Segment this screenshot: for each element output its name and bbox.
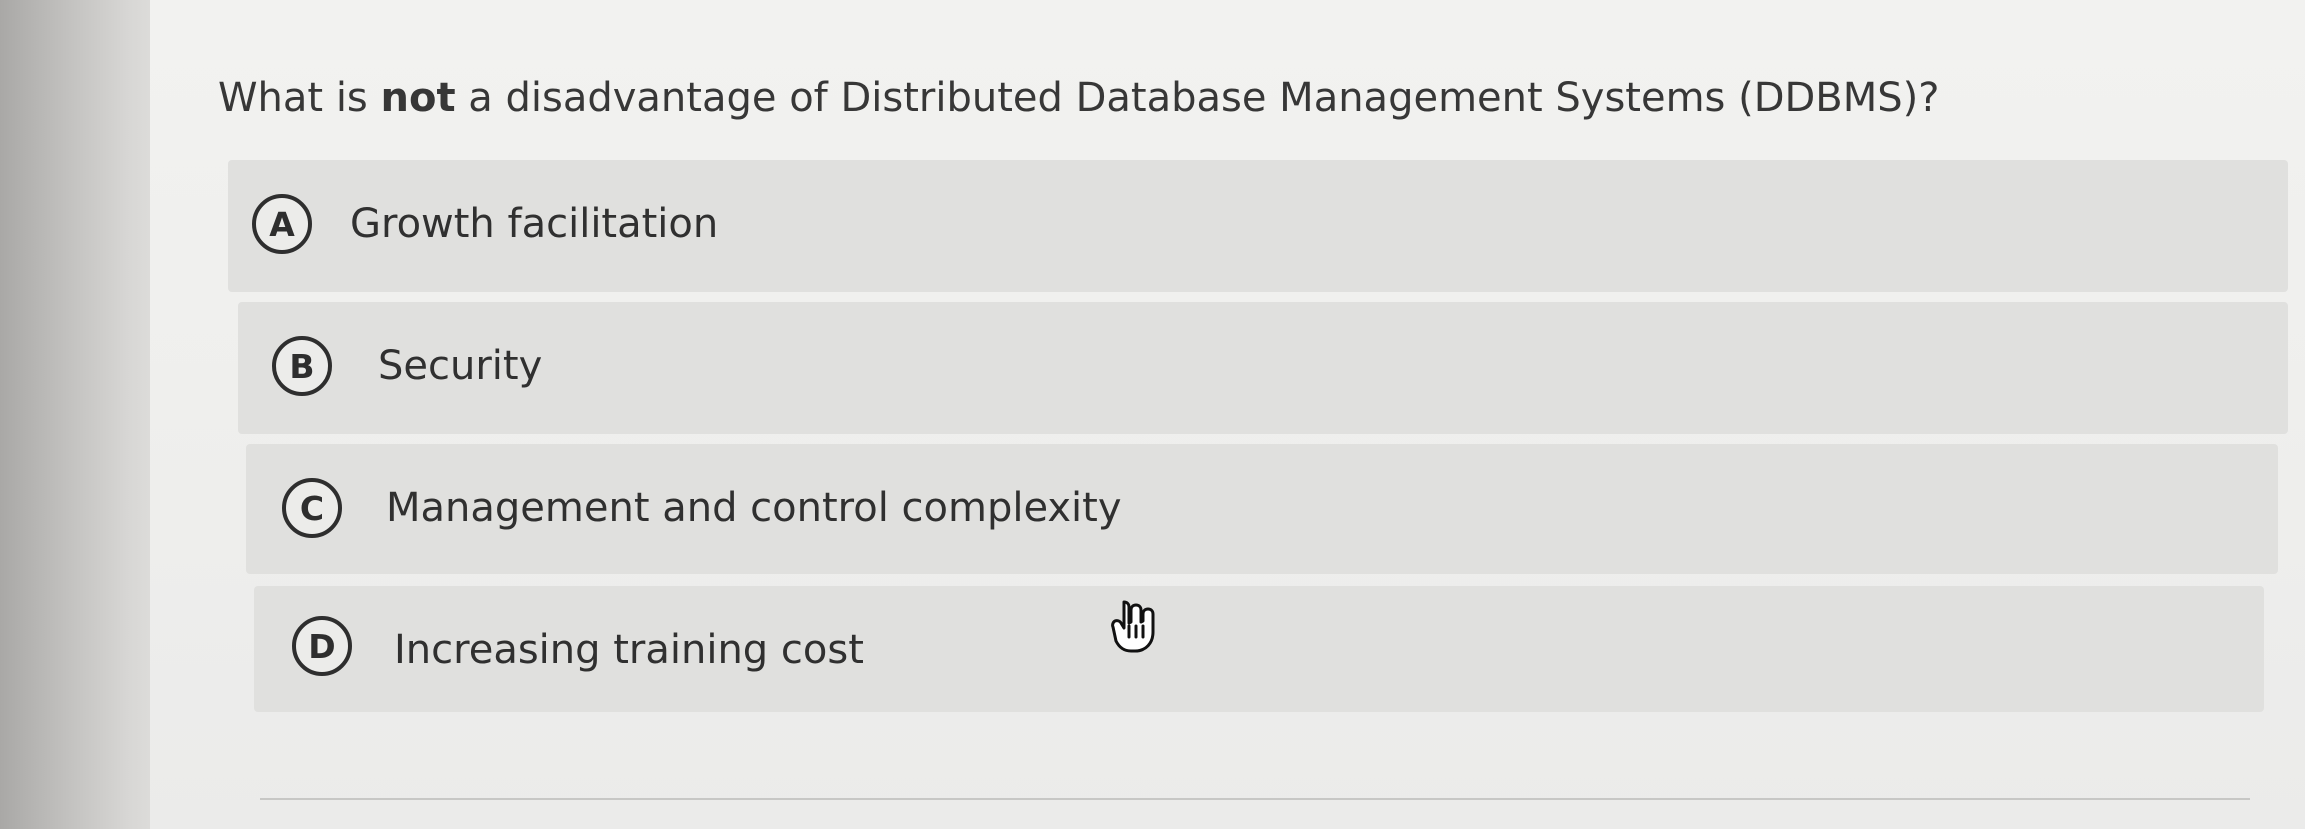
option-letter-c: C [282, 478, 342, 538]
answer-option-a[interactable]: A Growth facilitation [228, 160, 2288, 292]
option-letter-a: A [252, 194, 312, 254]
answer-option-d[interactable]: D Increasing training cost [254, 586, 2264, 712]
answer-option-c[interactable]: C Management and control complexity [246, 444, 2278, 574]
bottom-divider [260, 798, 2250, 800]
answer-text-b: Security [378, 343, 543, 389]
answer-text-c: Management and control complexity [386, 485, 1122, 531]
answer-options: A Growth facilitation B Security C Manag… [0, 0, 2305, 829]
option-letter-d: D [292, 616, 352, 676]
hand-pointer-icon [1111, 600, 1155, 653]
answer-option-b[interactable]: B Security [238, 302, 2288, 434]
answer-text-d: Increasing training cost [394, 627, 864, 673]
answer-text-a: Growth facilitation [350, 201, 719, 247]
screenshot-scene: What is not a disadvantage of Distribute… [0, 0, 2305, 829]
option-letter-b: B [272, 336, 332, 396]
